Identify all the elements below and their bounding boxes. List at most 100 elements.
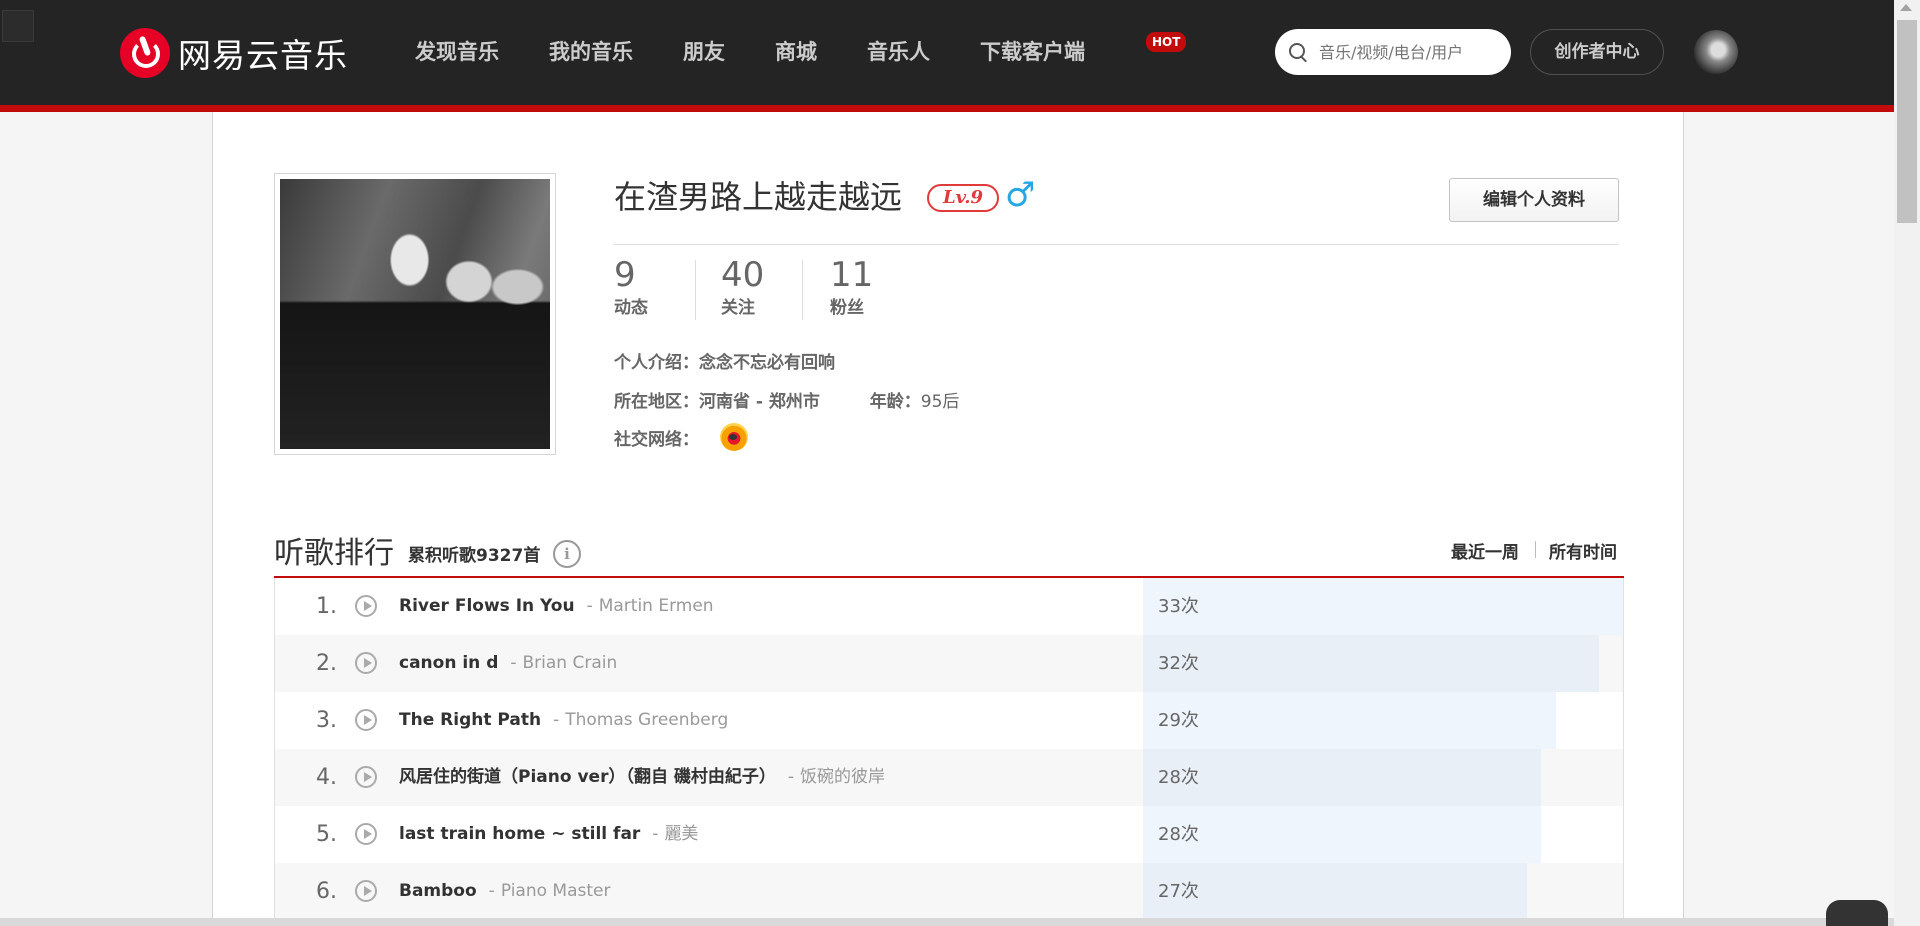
stat-following-label: 关注 — [721, 298, 755, 318]
scroll-up-arrow-icon[interactable] — [1900, 4, 1912, 11]
stat-events[interactable]: 9 动态 — [614, 255, 648, 321]
profile-username: 在渣男路上越走越远 — [614, 178, 903, 216]
song-separator: - — [652, 824, 659, 844]
play-icon[interactable] — [355, 880, 377, 902]
play-icon[interactable] — [355, 595, 377, 617]
info-icon[interactable]: i — [553, 540, 581, 568]
song-title[interactable]: last train home ~ still far — [399, 824, 640, 844]
play-count-bar — [1143, 635, 1599, 692]
edit-profile-button[interactable]: 编辑个人资料 — [1449, 178, 1619, 222]
main-nav: 发现音乐 我的音乐 朋友 商城 音乐人 下载客户端 — [390, 0, 1110, 105]
table-row[interactable]: 1. River Flows In You - Martin Ermen 33次 — [275, 578, 1623, 635]
song-artist[interactable]: Brian Crain — [523, 653, 618, 673]
song-artist[interactable]: Piano Master — [501, 881, 611, 901]
song-title[interactable]: Bamboo — [399, 881, 477, 901]
song-line: The Right Path - Thomas Greenberg — [399, 692, 728, 749]
creator-center-button[interactable]: 创作者中心 — [1530, 29, 1664, 75]
main-panel: 在渣男路上越走越远 Lv.9 ♂ 编辑个人资料 9 动态 40 关注 11 粉丝… — [212, 112, 1684, 926]
scrollbar-thumb[interactable] — [1897, 20, 1917, 223]
stat-following[interactable]: 40 关注 — [721, 255, 764, 321]
song-artist[interactable]: 麗美 — [664, 824, 698, 844]
play-count: 29次 — [1158, 710, 1199, 731]
search-box[interactable] — [1275, 29, 1511, 75]
table-row[interactable]: 2. canon in d - Brian Crain 32次 — [275, 635, 1623, 692]
rank-number: 3. — [316, 708, 337, 733]
nav-friends[interactable]: 朋友 — [658, 0, 750, 105]
search-input[interactable] — [1317, 41, 1496, 63]
table-row[interactable]: 5. last train home ~ still far - 麗美 28次 — [275, 806, 1623, 863]
play-count: 32次 — [1158, 653, 1199, 674]
region-value: 河南省 - 郑州市 — [699, 392, 820, 412]
song-line: 风居住的街道（Piano ver）（翻自 磯村由紀子） - 饭碗的彼岸 — [399, 749, 885, 806]
song-line: canon in d - Brian Crain — [399, 635, 617, 692]
intro-row: 个人介绍：念念不忘必有回响 — [614, 348, 835, 373]
stat-divider — [802, 260, 803, 320]
play-icon[interactable] — [355, 652, 377, 674]
level-badge[interactable]: Lv.9 — [927, 184, 999, 212]
profile-divider — [614, 244, 1618, 245]
stat-fans[interactable]: 11 粉丝 — [830, 255, 873, 321]
play-icon[interactable] — [355, 766, 377, 788]
play-count-bar — [1143, 806, 1541, 863]
rank-number: 1. — [316, 594, 337, 619]
song-separator: - — [787, 767, 795, 787]
song-line: River Flows In You - Martin Ermen — [399, 578, 714, 635]
song-artist[interactable]: Thomas Greenberg — [565, 710, 728, 730]
table-row[interactable]: 3. The Right Path - Thomas Greenberg 29次 — [275, 692, 1623, 749]
stat-events-label: 动态 — [614, 298, 648, 318]
play-count-bar — [1143, 749, 1541, 806]
player-lock-widget[interactable] — [1826, 900, 1888, 926]
nav-download-client[interactable]: 下载客户端 — [955, 0, 1110, 105]
rank-number: 2. — [316, 651, 337, 676]
song-title[interactable]: 风居住的街道（Piano ver）（翻自 磯村由紀子） — [399, 767, 776, 787]
play-count-bar — [1143, 578, 1623, 635]
stat-following-count: 40 — [721, 255, 765, 295]
play-count: 27次 — [1158, 881, 1199, 902]
region-label: 所在地区： — [614, 392, 699, 412]
window-corner-box — [2, 10, 34, 42]
nav-musician[interactable]: 音乐人 — [842, 0, 955, 105]
stat-fans-count: 11 — [830, 255, 874, 295]
nav-accent-line — [0, 105, 1894, 112]
nav-discover-music[interactable]: 发现音乐 — [390, 0, 524, 105]
rank-number: 6. — [316, 879, 337, 904]
logo-text: 网易云音乐 — [178, 36, 348, 75]
play-icon[interactable] — [355, 709, 377, 731]
song-title[interactable]: River Flows In You — [399, 596, 575, 616]
tab-separator — [1535, 541, 1536, 558]
play-icon[interactable] — [355, 823, 377, 845]
song-title[interactable]: The Right Path — [399, 710, 541, 730]
rank-number: 5. — [316, 822, 337, 847]
ranking-title: 听歌排行 — [274, 536, 394, 571]
ranking-total: 累积听歌9327首 — [408, 546, 541, 566]
nav-store[interactable]: 商城 — [750, 0, 842, 105]
play-count-bar — [1143, 692, 1556, 749]
nav-my-music[interactable]: 我的音乐 — [524, 0, 658, 105]
song-separator: - — [586, 596, 593, 616]
user-avatar[interactable] — [1694, 30, 1738, 74]
age-value: 95后 — [920, 392, 960, 412]
play-count: 28次 — [1158, 824, 1199, 845]
logo[interactable]: 网易云音乐 — [120, 28, 348, 78]
song-artist[interactable]: 饭碗的彼岸 — [800, 767, 885, 787]
tab-all-time[interactable]: 所有时间 — [1549, 538, 1617, 563]
intro-value: 念念不忘必有回响 — [699, 353, 835, 373]
song-title[interactable]: canon in d — [399, 653, 498, 673]
play-count-bar — [1143, 863, 1527, 920]
ranking-list: 1. River Flows In You - Martin Ermen 33次 2. ca… — [274, 578, 1624, 920]
search-icon — [1289, 43, 1307, 61]
region-row: 所在地区：河南省 - 郑州市 年龄：95后 — [614, 387, 959, 412]
social-row: 社交网络： — [614, 425, 699, 450]
top-nav-bar: 网易云音乐 发现音乐 我的音乐 朋友 商城 音乐人 下载客户端 HOT 创作者中… — [0, 0, 1894, 105]
song-artist[interactable]: Martin Ermen — [599, 596, 714, 616]
song-line: last train home ~ still far - 麗美 — [399, 806, 698, 863]
stat-fans-label: 粉丝 — [830, 298, 864, 318]
table-row[interactable]: 4. 风居住的街道（Piano ver）（翻自 磯村由紀子） - 饭碗的彼岸 28次 — [275, 749, 1623, 806]
weibo-icon[interactable] — [720, 423, 748, 451]
table-row[interactable]: 6. Bamboo - Piano Master 27次 — [275, 863, 1623, 920]
male-gender-icon: ♂ — [1005, 175, 1036, 215]
age-label: 年龄： — [869, 392, 921, 412]
netease-logo-icon — [120, 28, 170, 78]
social-label: 社交网络： — [614, 430, 699, 450]
tab-last-week[interactable]: 最近一周 — [1451, 538, 1519, 563]
